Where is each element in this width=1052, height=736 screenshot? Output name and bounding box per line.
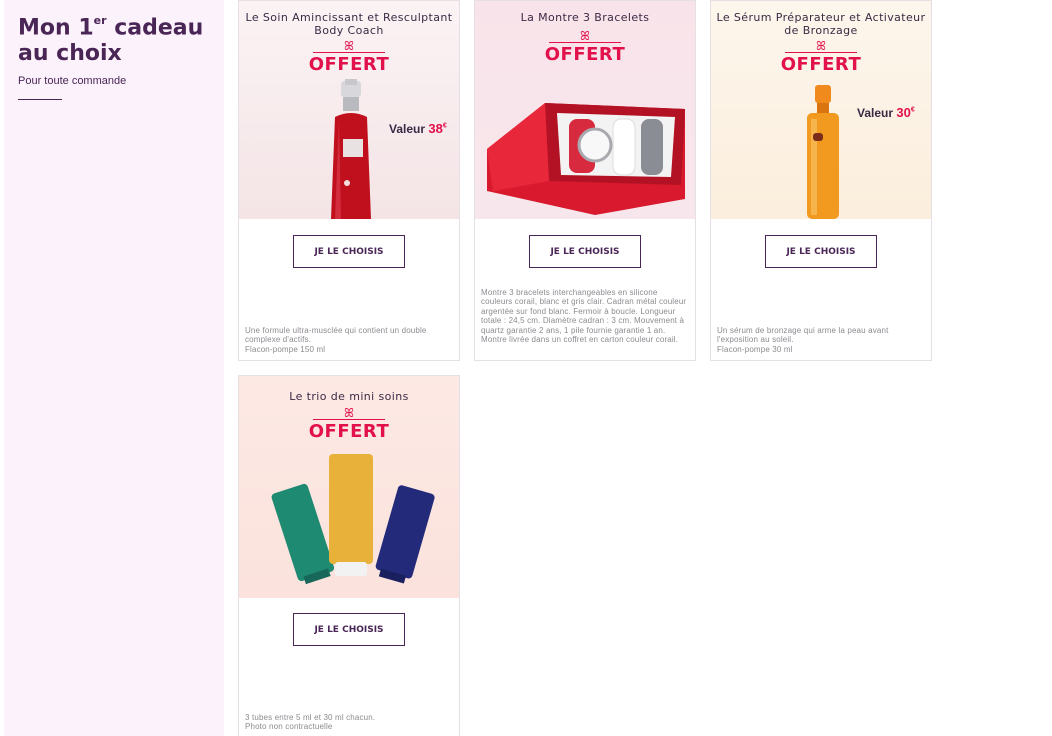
product-image: La Montre 3 Bracelets ꕤ OFFERT bbox=[475, 1, 695, 219]
valeur-label: Valeur bbox=[389, 122, 426, 136]
watch-box-icon bbox=[487, 103, 685, 215]
title-sup: er bbox=[93, 14, 107, 27]
choose-button[interactable]: JE LE CHOISIS bbox=[765, 235, 877, 268]
product-title: Le Sérum Préparateur et Activateur de Br… bbox=[716, 11, 926, 37]
choose-button[interactable]: JE LE CHOISIS bbox=[293, 235, 405, 268]
product-title: Le Soin Amincissant et Resculptant Body … bbox=[245, 11, 453, 37]
valeur-label: Valeur bbox=[857, 106, 894, 120]
valeur-text: Valeur 38€ bbox=[389, 121, 447, 136]
price-value: 30 bbox=[896, 105, 911, 120]
serum-bottle-icon bbox=[331, 79, 371, 219]
gift-bow-icon: ꕤ bbox=[344, 406, 354, 420]
product-image: Le Soin Amincissant et Resculptant Body … bbox=[239, 1, 459, 219]
offert-badge: ꕤ OFFERT bbox=[239, 406, 459, 442]
product-description: Montre 3 bracelets interchangeables en s… bbox=[481, 288, 687, 345]
product-title: Le trio de mini soins bbox=[289, 390, 409, 403]
sidebar-title: Mon 1er cadeau au choix bbox=[18, 10, 210, 67]
three-tubes-icon bbox=[271, 454, 435, 585]
gift-card-body-coach: Le Soin Amincissant et Resculptant Body … bbox=[238, 0, 460, 361]
product-title: La Montre 3 Bracelets bbox=[520, 11, 650, 24]
sidebar: Mon 1er cadeau au choix Pour toute comma… bbox=[4, 0, 224, 736]
valeur-price: 38€ bbox=[428, 121, 446, 136]
sidebar-divider bbox=[18, 99, 62, 101]
currency: € bbox=[910, 106, 915, 114]
offert-label: OFFERT bbox=[308, 54, 390, 75]
product-description: 3 tubes entre 5 ml et 30 ml chacun. Phot… bbox=[245, 713, 376, 732]
valeur-text: Valeur 30€ bbox=[857, 105, 915, 120]
gift-card-trio-mini-soins: Le trio de mini soins ꕤ OFFERT JE LE CHO… bbox=[238, 375, 460, 736]
offert-badge: ꕤ OFFERT bbox=[239, 39, 459, 75]
offert-label: OFFERT bbox=[544, 44, 626, 65]
gift-card-serum-bronzage: Le Sérum Préparateur et Activateur de Br… bbox=[710, 0, 932, 361]
choose-button[interactable]: JE LE CHOISIS bbox=[293, 613, 405, 646]
offert-label: OFFERT bbox=[780, 54, 862, 75]
price-value: 38 bbox=[428, 121, 443, 136]
title-part: au choix bbox=[18, 41, 122, 67]
orange-bottle-icon bbox=[807, 85, 839, 219]
currency: € bbox=[442, 122, 447, 130]
product-image: Le trio de mini soins ꕤ OFFERT bbox=[239, 376, 459, 598]
offert-label: OFFERT bbox=[308, 421, 390, 442]
title-part: Mon 1 bbox=[18, 15, 94, 41]
offert-badge: ꕤ OFFERT bbox=[475, 29, 695, 65]
product-description: Une formule ultra-musclée qui contient u… bbox=[245, 326, 427, 354]
product-image: Le Sérum Préparateur et Activateur de Br… bbox=[711, 1, 931, 219]
gift-bow-icon: ꕤ bbox=[580, 29, 590, 43]
offert-badge: ꕤ OFFERT bbox=[711, 39, 931, 75]
sidebar-subtitle: Pour toute commande bbox=[18, 75, 127, 88]
product-description: Un sérum de bronzage qui arme la peau av… bbox=[717, 326, 889, 354]
title-part: cadeau bbox=[106, 15, 204, 41]
gift-bow-icon: ꕤ bbox=[344, 39, 354, 53]
gift-card-montre: La Montre 3 Bracelets ꕤ OFFERT JE LE CHO… bbox=[474, 0, 696, 361]
choose-button[interactable]: JE LE CHOISIS bbox=[529, 235, 641, 268]
gift-bow-icon: ꕤ bbox=[816, 39, 826, 53]
valeur-price: 30€ bbox=[896, 105, 914, 120]
